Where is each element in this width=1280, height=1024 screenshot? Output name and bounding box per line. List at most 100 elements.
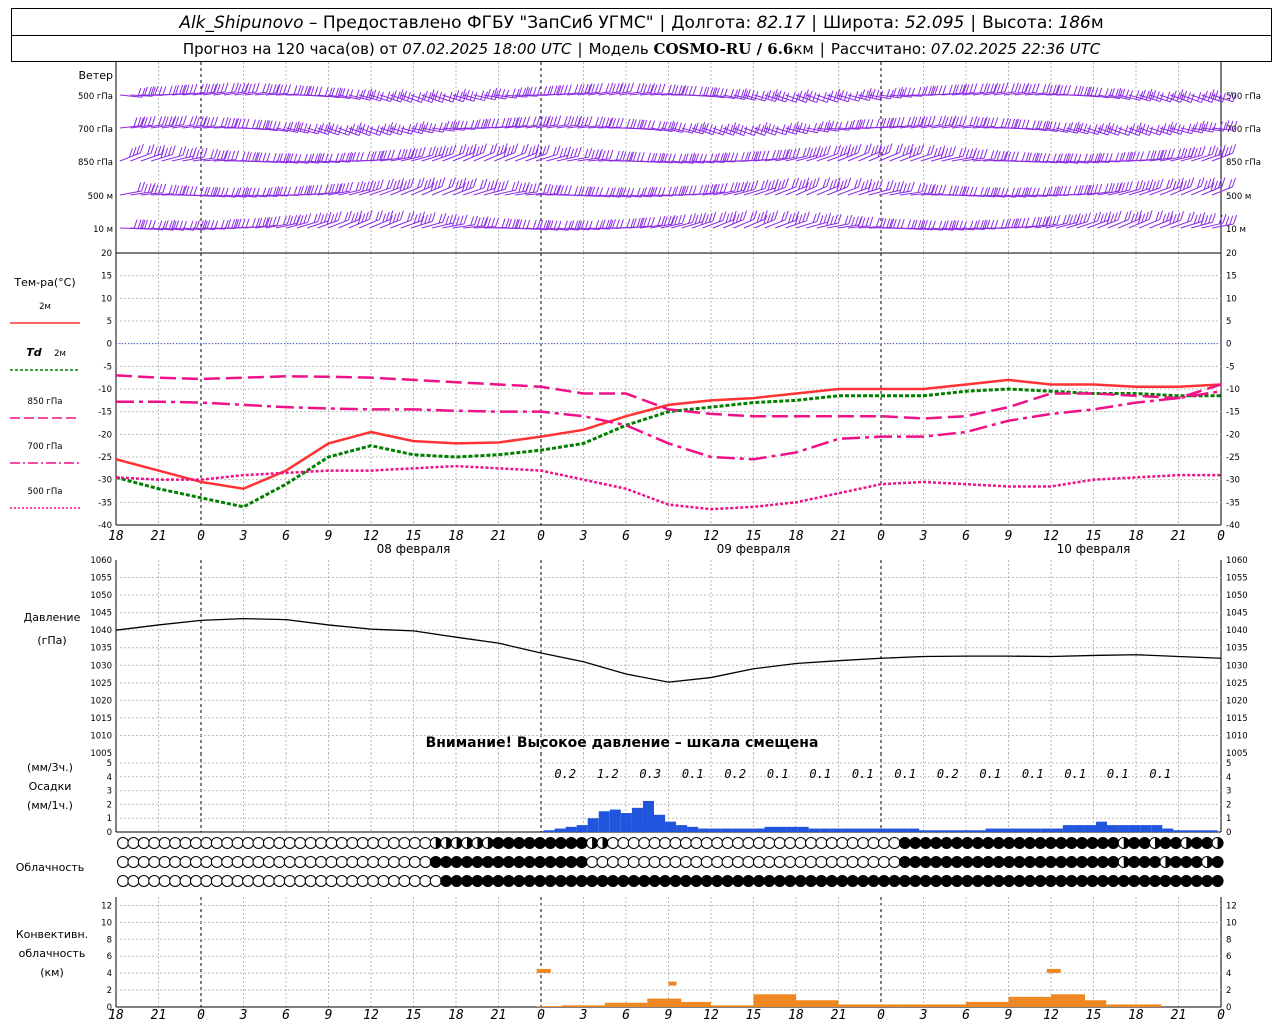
cloud-cover-circle [273, 856, 286, 868]
cloud-cover-circle [982, 856, 995, 868]
cloud-cover-circle [262, 875, 275, 887]
cloud-cover-circle [1159, 837, 1172, 849]
cloud-cover-circle [950, 837, 963, 849]
precip-bar [963, 830, 975, 832]
temp-ytick-left: -5 [104, 362, 112, 372]
wind-barb-feather [917, 116, 922, 126]
wind-barb-feather [823, 122, 828, 132]
wind-barb-feather [1086, 212, 1091, 222]
wind-barb-feather [619, 150, 624, 160]
cloud-cover-circle [857, 837, 870, 849]
precip-total-label: 0.1 [894, 767, 916, 781]
cloud-cover-circle [940, 837, 953, 849]
wind-barb-feather [268, 84, 273, 94]
pressure-unit: (гПа) [37, 634, 66, 647]
wind-barb-feather [522, 116, 527, 127]
wind-barb-feather [833, 91, 838, 102]
cloud-cover-circle [471, 856, 484, 868]
wind-barb-feather [808, 90, 813, 100]
wind-barb-feather [438, 214, 443, 224]
wind-barb-feather [767, 123, 772, 133]
pressure-warning: Внимание! Высокое давление – шкала смеще… [426, 735, 819, 751]
precip-total-label: 0.1 [767, 767, 789, 781]
convective-bar [902, 1004, 966, 1007]
cloud-cover-circle [315, 875, 328, 887]
wind-barb-feather [996, 83, 1001, 94]
wind-barb-feather [1194, 121, 1199, 132]
wind-barb-feather [403, 149, 408, 159]
wind-barb-feather [168, 184, 173, 195]
wind-barb-feather [815, 177, 820, 187]
wind-barb-feather [699, 86, 704, 96]
wind-barb-feather [147, 219, 152, 230]
precip-ytick-right: 2 [1226, 800, 1231, 810]
temp-ytick-left: 15 [101, 272, 112, 282]
temp-ytick-left: -35 [98, 498, 112, 508]
wind-barb-feather [601, 150, 606, 160]
wind-barb-feather [1110, 123, 1115, 133]
wind-barb-feather [375, 124, 380, 135]
wind-barb-feather [413, 122, 418, 132]
wind-barb-feather [1139, 180, 1144, 190]
wind-barb-feather [740, 181, 745, 192]
wind-barb-feather [1097, 125, 1102, 135]
wind-barb-feather [158, 116, 163, 126]
wind-barb-feather [857, 178, 862, 188]
wind-barb-feather [1180, 211, 1185, 221]
wind-barb-feather [431, 146, 436, 156]
cloud-cover-circle [148, 875, 161, 887]
convective-bar [753, 994, 796, 1007]
wind-barb-feather [843, 91, 848, 101]
precip-bar [1173, 830, 1185, 832]
wind-barb-feather [566, 149, 571, 159]
wind-barb-feather [154, 184, 159, 194]
wind-barb-feather [1025, 217, 1030, 227]
wind-barb-feather [247, 83, 252, 94]
wind-barb-feather [622, 83, 627, 94]
wind-barb-feather [1021, 152, 1026, 162]
wind-barb-feather [289, 215, 294, 226]
wind-barb-feather [214, 148, 219, 159]
wind-barb-feather [526, 219, 531, 230]
wind-barb-feather [227, 118, 232, 128]
wind-barb-feather [255, 82, 260, 93]
pressure-ytick-right: 1010 [1226, 731, 1248, 741]
wind-barb-feather [1062, 214, 1067, 225]
wind-barb-feather [1155, 124, 1160, 135]
wind-barb-feather [875, 180, 880, 190]
wind-barb-feather [272, 84, 277, 94]
cloud-cover-circle [492, 856, 505, 868]
convective-ytick-left: 10 [101, 918, 112, 928]
cloud-cover-circle [335, 837, 348, 849]
cloud-cover-circle [1065, 837, 1078, 849]
cloud-cover-circle [242, 837, 255, 849]
cloud-cover-circle [304, 875, 317, 887]
cloud-cover-circle [1003, 875, 1016, 887]
convective-bar [562, 1005, 605, 1007]
wind-barb-feather [476, 217, 481, 227]
wind-barb-feather [417, 123, 422, 133]
pressure-ytick-right: 1060 [1226, 556, 1248, 566]
cloud-cover-circle [742, 856, 755, 868]
wind-level-label-right: 500 м [1226, 192, 1251, 202]
cloud-cover-circle [283, 837, 296, 849]
temp-ytick-left: -20 [98, 430, 112, 440]
cloud-cover-circle [398, 837, 411, 849]
cloud-cover-circle [606, 856, 619, 868]
wind-barb-feather [781, 124, 786, 134]
convective-xtick-label: 6 [282, 1008, 290, 1023]
cloud-cover-circle [513, 875, 526, 887]
wind-barb-feather [417, 91, 422, 102]
convective-ytick-right: 8 [1226, 935, 1231, 945]
cloud-cover-circle [1044, 837, 1057, 849]
wind-barb-feather [480, 90, 485, 100]
cloud-cover-circle [346, 875, 359, 887]
wind-barb-feather [334, 124, 339, 134]
precip-title-3h: (мм/3ч.) [27, 761, 73, 774]
wind-barb-staff [847, 187, 869, 196]
cloud-cover-circle [346, 837, 359, 849]
wind-barb-feather [1079, 122, 1084, 132]
cloud-cover-circle [940, 875, 953, 887]
wind-barb-feather [888, 143, 893, 153]
convective-bar [838, 1004, 903, 1007]
